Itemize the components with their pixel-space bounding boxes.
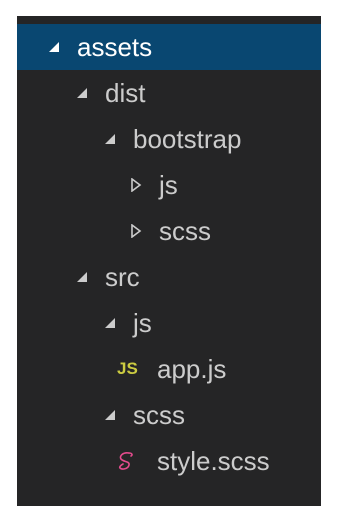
tree-item-label: scss xyxy=(159,216,211,246)
tree-item-assets[interactable]: assets xyxy=(17,24,321,70)
js-file-icon: JS xyxy=(117,359,138,378)
chevron-down-icon[interactable] xyxy=(99,404,121,426)
tree-item-bootstrap-js[interactable]: js xyxy=(17,162,321,208)
tree-item-src-js[interactable]: js xyxy=(17,300,321,346)
tree-item-src-scss[interactable]: scss xyxy=(17,392,321,438)
chevron-down-icon[interactable] xyxy=(43,36,65,58)
chevron-down-icon[interactable] xyxy=(71,82,93,104)
tree-item-label: bootstrap xyxy=(133,124,242,154)
tree-item-bootstrap[interactable]: bootstrap xyxy=(17,116,321,162)
tree-item-label: style.scss xyxy=(157,446,270,476)
file-explorer: assets dist bootstrap js scss src js JS … xyxy=(17,16,321,506)
chevron-right-icon[interactable] xyxy=(125,174,147,196)
tree-item-label: assets xyxy=(77,32,153,62)
chevron-down-icon[interactable] xyxy=(99,312,121,334)
chevron-down-icon[interactable] xyxy=(71,266,93,288)
tree-item-label: app.js xyxy=(157,354,227,384)
chevron-right-icon[interactable] xyxy=(125,220,147,242)
tree-item-label: src xyxy=(105,262,140,292)
tree-item-bootstrap-scss[interactable]: scss xyxy=(17,208,321,254)
chevron-down-icon[interactable] xyxy=(99,128,121,150)
tree-item-src[interactable]: src xyxy=(17,254,321,300)
tree-item-style-scss[interactable]: style.scss xyxy=(17,438,321,484)
tree-item-dist[interactable]: dist xyxy=(17,70,321,116)
tree-item-label: dist xyxy=(105,78,146,108)
sass-file-icon xyxy=(117,450,157,472)
tree-item-app-js[interactable]: JS app.js xyxy=(17,346,321,392)
tree-item-label: js xyxy=(133,308,152,338)
tree-item-label: js xyxy=(159,170,178,200)
tree-item-label: scss xyxy=(133,400,185,430)
